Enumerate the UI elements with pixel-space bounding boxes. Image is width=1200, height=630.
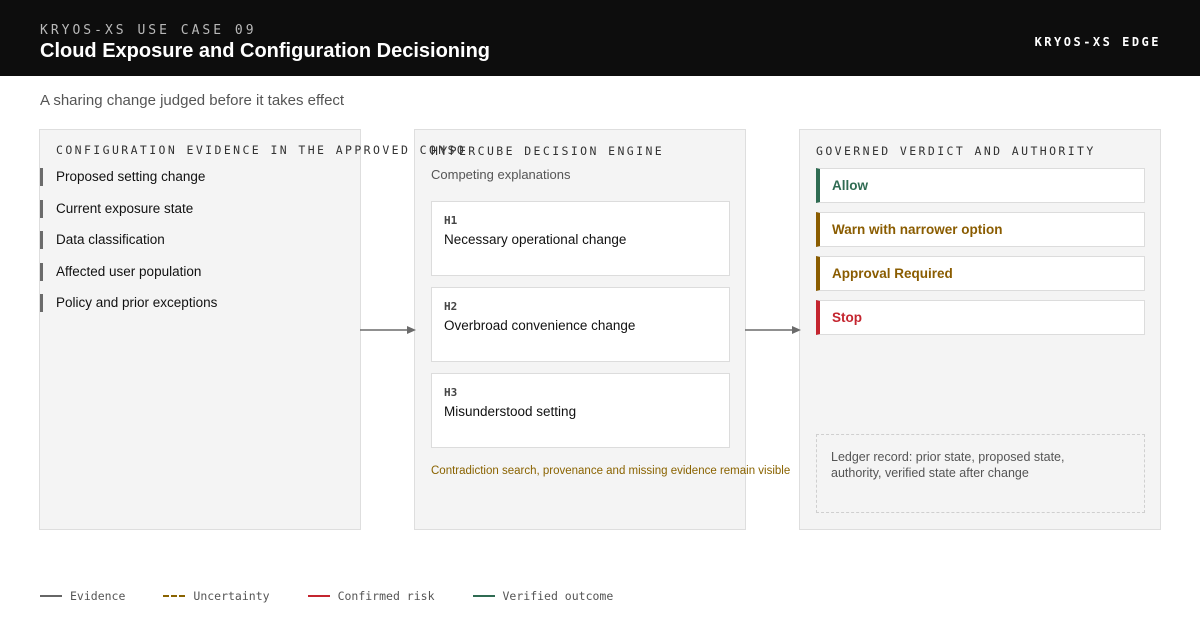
- verdict-panel: GOVERNED VERDICT AND AUTHORITY Allow War…: [799, 129, 1161, 530]
- hypothesis-id: H1: [444, 214, 458, 227]
- evidence-panel-title: CONFIGURATION EVIDENCE IN THE APPROVED C…: [56, 143, 467, 157]
- page-subtitle: A sharing change judged before it takes …: [40, 92, 345, 109]
- hypothesis-card: H2 Overbroad convenience change: [431, 287, 730, 362]
- verdict-approval-required: Approval Required: [816, 256, 1145, 291]
- hypothesis-id: H3: [444, 386, 458, 399]
- verdict-allow: Allow: [816, 168, 1145, 203]
- arrow-engine-to-verdict: [745, 326, 801, 334]
- legend-swatch: [163, 595, 186, 597]
- evidence-item: Policy and prior exceptions: [40, 294, 217, 313]
- legend: Evidence Uncertainty Confirmed risk Veri…: [40, 589, 651, 603]
- legend-item-uncertainty: Uncertainty: [163, 589, 270, 603]
- engine-note: Contradiction search, provenance and mis…: [431, 465, 791, 477]
- legend-item-confirmed-risk: Confirmed risk: [307, 589, 435, 603]
- hypothesis-card: H1 Necessary operational change: [431, 201, 730, 276]
- hypothesis-text: Overbroad convenience change: [444, 318, 636, 333]
- legend-swatch: [472, 595, 495, 597]
- verdict-label: Warn with narrower option: [832, 222, 1003, 237]
- ledger-text: Ledger record: prior state, proposed sta…: [831, 450, 1065, 480]
- legend-label: Verified outcome: [502, 589, 614, 603]
- evidence-panel: Proposed setting change Current exposure…: [39, 129, 361, 530]
- evidence-item: Current exposure state: [40, 199, 217, 218]
- verdict-panel-title: GOVERNED VERDICT AND AUTHORITY: [816, 144, 1096, 158]
- evidence-item: Proposed setting change: [40, 168, 217, 186]
- ledger-record: Ledger record: prior state, proposed sta…: [816, 434, 1145, 513]
- brand-label: KRYOS-XS EDGE: [1034, 35, 1161, 49]
- hypothesis-text: Necessary operational change: [444, 232, 627, 247]
- decision-engine-panel: HYPERCUBE DECISION ENGINE Competing expl…: [414, 129, 790, 530]
- hypothesis-card: H3 Misunderstood setting: [431, 373, 730, 448]
- verdict-label: Stop: [832, 310, 862, 325]
- verdict-warn: Warn with narrower option: [816, 212, 1145, 247]
- evidence-item: Data classification: [40, 231, 217, 250]
- verdict-label: Approval Required: [832, 266, 953, 281]
- engine-panel-subtitle: Competing explanations: [431, 167, 571, 182]
- verdict-label: Allow: [832, 178, 868, 193]
- legend-swatch: [307, 595, 330, 597]
- hypothesis-id: H2: [444, 300, 458, 313]
- hypothesis-text: Misunderstood setting: [444, 404, 577, 419]
- legend-label: Evidence: [70, 589, 126, 603]
- page-title: Cloud Exposure and Configuration Decisio…: [40, 40, 491, 62]
- arrow-evidence-to-engine: [360, 326, 416, 334]
- evidence-item: Affected user population: [40, 262, 217, 281]
- legend-label: Uncertainty: [193, 589, 270, 603]
- use-case-eyebrow: KRYOS-XS USE CASE 09: [40, 23, 257, 38]
- legend-item-evidence: Evidence: [40, 589, 125, 603]
- legend-item-verified-outcome: Verified outcome: [472, 589, 614, 603]
- verdict-stop: Stop: [816, 300, 1145, 335]
- legend-label: Confirmed risk: [337, 589, 435, 603]
- legend-swatch: [40, 595, 62, 597]
- page-header: KRYOS-XS USE CASE 09 Cloud Exposure and …: [0, 0, 1200, 76]
- evidence-list: Proposed setting change Current exposure…: [40, 168, 217, 326]
